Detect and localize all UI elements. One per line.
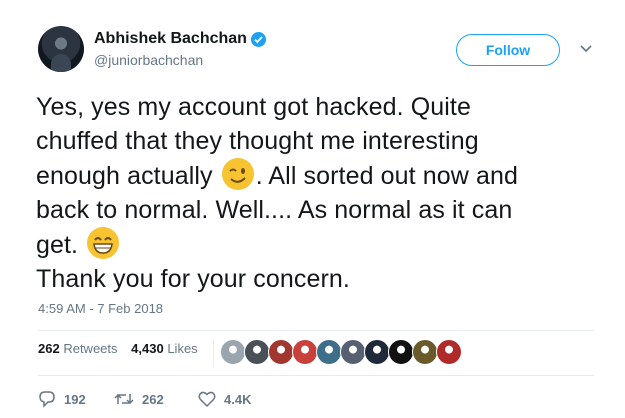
liker-avatar[interactable] (388, 339, 414, 365)
tweet-line: Thank you for your concern. (36, 265, 350, 293)
like-action[interactable]: 4.4K (198, 390, 251, 408)
follow-button[interactable]: Follow (456, 34, 560, 66)
tweet-line: back to normal. Well.... As normal as it… (36, 196, 513, 224)
winking-face-emoji (221, 158, 254, 190)
liker-avatar[interactable] (220, 339, 246, 365)
tweet-line: Yes, yes my account got hacked. Quite (36, 93, 471, 121)
tweet-header: Abhishek Bachchan @juniorbachchan Follow (38, 26, 608, 78)
user-handle[interactable]: @juniorbachchan (94, 52, 266, 68)
tweet-line: chuffed that they thought me interesting (36, 127, 479, 155)
tweet-line: get. (36, 227, 596, 262)
liker-avatar[interactable] (412, 339, 438, 365)
likes-stat[interactable]: 4,430 Likes (131, 341, 198, 356)
divider (38, 330, 594, 331)
tweet-text: Yes, yes my account got hacked. Quite ch… (36, 90, 596, 296)
heart-icon (198, 391, 216, 408)
reply-icon (39, 391, 55, 408)
liker-avatar[interactable] (340, 339, 366, 365)
retweets-stat[interactable]: 262 Retweets (38, 341, 118, 356)
tweet-line: enough actually . All sorted out now and (36, 158, 596, 193)
divider (38, 375, 594, 376)
liker-avatar[interactable] (364, 339, 390, 365)
liker-avatar[interactable] (316, 339, 342, 365)
liker-avatar[interactable] (268, 339, 294, 365)
tweet-stats: 262 Retweets 4,430 Likes (38, 339, 462, 367)
liker-avatar[interactable] (244, 339, 270, 365)
stats-separator (213, 339, 214, 367)
grinning-face-emoji (87, 227, 120, 259)
verified-badge-icon (250, 31, 266, 47)
liker-avatars (220, 339, 462, 365)
chevron-down-icon[interactable] (579, 44, 593, 54)
liker-avatar[interactable] (292, 339, 318, 365)
reply-action[interactable]: 192 (38, 390, 86, 408)
display-name[interactable]: Abhishek Bachchan (94, 30, 247, 48)
avatar[interactable] (38, 26, 84, 72)
retweet-icon (114, 393, 134, 405)
liker-avatar[interactable] (436, 339, 462, 365)
user-name-block[interactable]: Abhishek Bachchan @juniorbachchan (94, 30, 266, 68)
retweet-action[interactable]: 262 (114, 390, 164, 408)
tweet-timestamp[interactable]: 4:59 AM - 7 Feb 2018 (38, 301, 163, 316)
